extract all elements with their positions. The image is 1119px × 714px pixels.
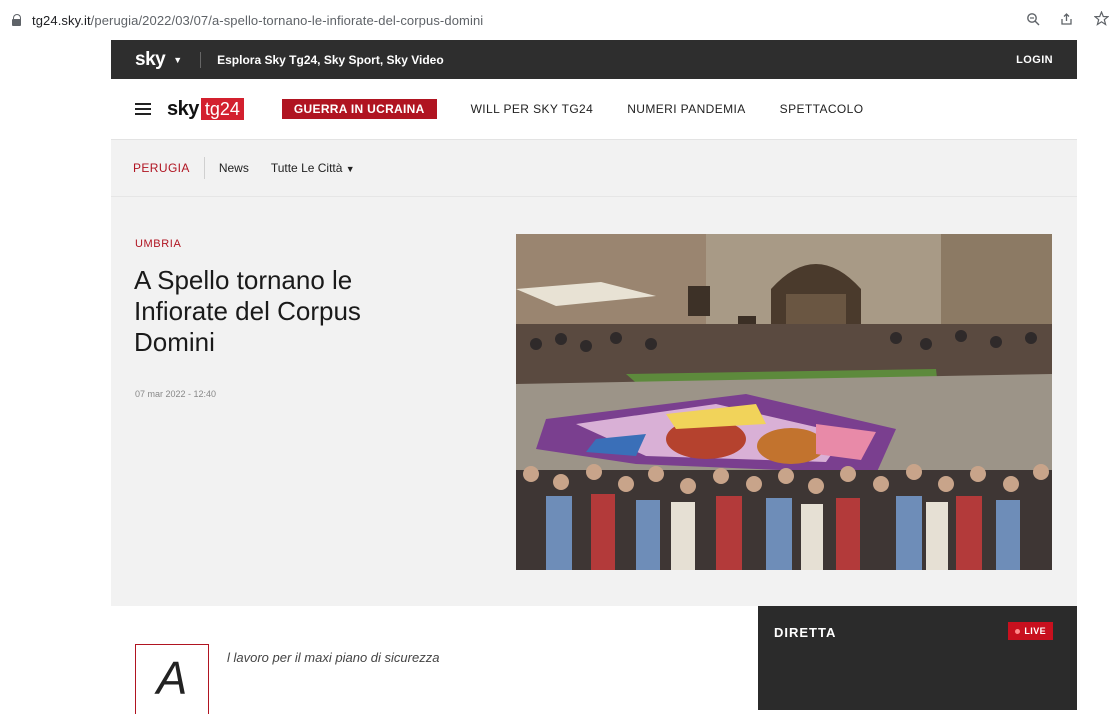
live-badge-label: LIVE [1024, 626, 1046, 636]
lock-icon [12, 14, 22, 26]
url-text[interactable]: tg24.sky.it/perugia/2022/03/07/a-spello-… [32, 13, 483, 28]
subnav-all-cities-dropdown[interactable]: Tutte Le Città ▼ [271, 161, 355, 175]
subnav-all-cities-label: Tutte Le Città [270, 161, 343, 175]
article-body-preview: A l lavoro per il maxi piano di sicurezz… [111, 606, 1077, 714]
sky-topbar: sky ▼ Esplora Sky Tg24, Sky Sport, Sky V… [111, 40, 1077, 79]
live-dot-icon [1015, 629, 1021, 635]
city-subnav: PERUGIA News Tutte Le Città ▼ [111, 140, 1077, 197]
zoom-icon[interactable] [1025, 12, 1041, 29]
live-title: DIRETTA [774, 625, 837, 640]
live-panel[interactable]: DIRETTA LIVE [758, 606, 1077, 710]
article-date: 07 mar 2022 - 12:40 [135, 389, 217, 399]
article-kicker[interactable]: UMBRIA [135, 238, 181, 250]
nav-link-will[interactable]: WILL PER SKY TG24 [471, 102, 594, 116]
article-photo [516, 234, 1052, 570]
explore-link[interactable]: Esplora Sky Tg24, Sky Sport, Sky Video [217, 53, 444, 67]
subnav-city-perugia[interactable]: PERUGIA [133, 161, 190, 175]
share-icon[interactable] [1059, 12, 1075, 29]
nav-link-numeri-pandemia[interactable]: NUMERI PANDEMIA [627, 102, 745, 116]
infiorata-photo-illustration [516, 234, 1052, 570]
caret-down-icon[interactable]: ▼ [173, 55, 182, 65]
star-icon[interactable] [1092, 10, 1110, 29]
url-domain: tg24.sky.it [32, 12, 91, 28]
skytg24-logo-sky[interactable]: sky [167, 98, 199, 121]
url-path: /perugia/2022/03/07/a-spello-tornano-le-… [90, 12, 484, 28]
article-intro: l lavoro per il maxi piano di sicurezza [227, 650, 440, 665]
topbar-divider [200, 51, 202, 68]
article-headline: A Spello tornano le Infiorate del Corpus… [134, 265, 361, 357]
dropcap-letter: A [135, 644, 209, 714]
page: sky ▼ Esplora Sky Tg24, Sky Sport, Sky V… [111, 40, 1077, 714]
nav-link-spettacolo[interactable]: SPETTACOLO [780, 102, 864, 116]
browser-actions [1025, 10, 1110, 29]
nav-link-guerra-in-ucraina[interactable]: GUERRA IN UCRAINA [281, 99, 437, 119]
article-hero: UMBRIA A Spello tornano le Infiorate del… [111, 197, 1077, 605]
login-button[interactable]: LOGIN [1016, 54, 1053, 66]
sky-brand-logo[interactable]: sky [135, 49, 166, 71]
subnav-divider [203, 157, 205, 179]
main-navbar: sky tg24 GUERRA IN UCRAINA WILL PER SKY … [111, 79, 1077, 140]
hamburger-icon[interactable] [135, 103, 151, 115]
caret-down-icon: ▼ [345, 164, 355, 174]
browser-address-bar[interactable]: tg24.sky.it/perugia/2022/03/07/a-spello-… [0, 0, 1119, 40]
nav-links: GUERRA IN UCRAINA WILL PER SKY TG24 NUME… [281, 99, 864, 119]
skytg24-logo-tg24[interactable]: tg24 [200, 98, 244, 120]
live-badge[interactable]: LIVE [1008, 622, 1053, 640]
subnav-news[interactable]: News [219, 161, 249, 175]
